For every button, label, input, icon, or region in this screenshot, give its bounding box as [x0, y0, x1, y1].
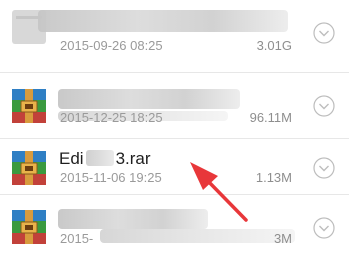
red-arrow-icon: [190, 162, 248, 222]
